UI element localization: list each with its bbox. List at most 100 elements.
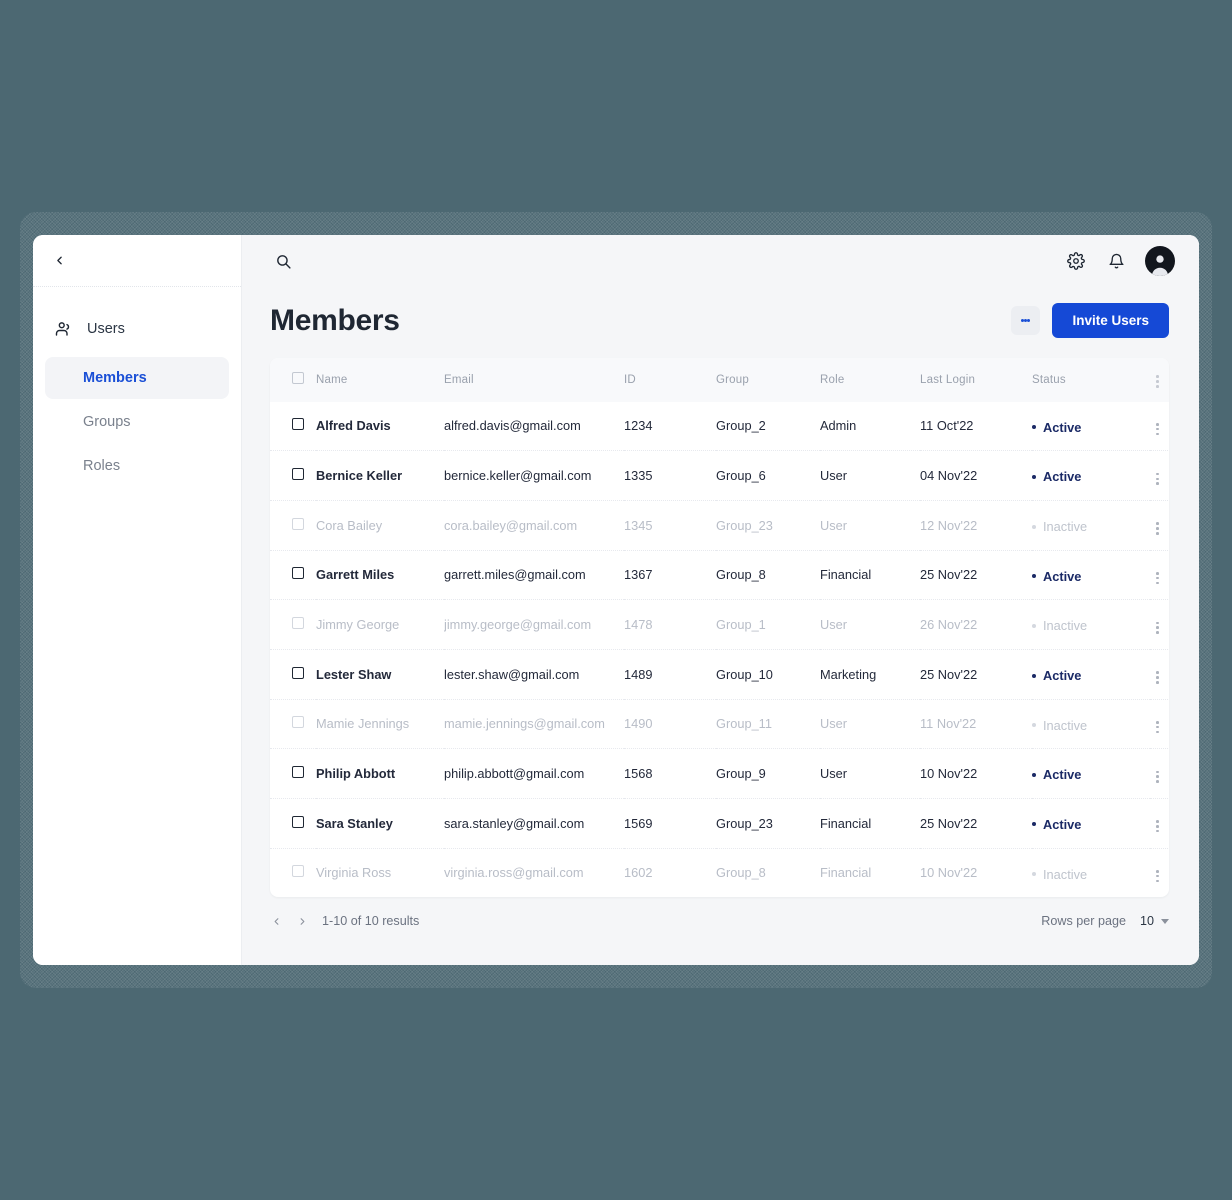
kebab-dot xyxy=(1156,879,1159,883)
cell-status: Active xyxy=(1032,550,1150,601)
status-badge: Inactive xyxy=(1032,867,1087,882)
row-select-cell xyxy=(270,599,316,650)
topbar xyxy=(242,235,1199,287)
cell-status: Inactive xyxy=(1032,500,1150,551)
row-actions-cell xyxy=(1150,848,1169,897)
column-header-group[interactable]: Group xyxy=(716,358,820,402)
column-header-name[interactable]: Name xyxy=(316,358,444,402)
cell-status: Active xyxy=(1032,649,1150,700)
table-row[interactable]: Mamie Jennings mamie.jennings@gmail.com 14… xyxy=(270,699,1169,750)
table-row[interactable]: Garrett Miles garrett.miles@gmail.com 1367… xyxy=(270,550,1169,601)
status-label: Inactive xyxy=(1043,866,1088,882)
kebab-dot xyxy=(1156,427,1159,431)
kebab-dot xyxy=(1156,384,1159,388)
cell-email: cora.bailey@gmail.com xyxy=(444,500,624,551)
rows-per-page-select[interactable]: 10 xyxy=(1140,914,1169,928)
row-checkbox[interactable] xyxy=(292,865,304,878)
status-label: Active xyxy=(1043,568,1082,584)
row-checkbox[interactable] xyxy=(292,517,304,530)
bell-icon xyxy=(1108,253,1124,268)
page-header: Members Invite Users xyxy=(242,287,1199,338)
cell-id: 1602 xyxy=(624,865,653,881)
row-options-button[interactable] xyxy=(1150,817,1165,835)
row-actions-cell xyxy=(1150,649,1169,700)
row-checkbox[interactable] xyxy=(292,666,304,679)
column-header-id[interactable]: ID xyxy=(624,358,716,402)
row-options-button[interactable] xyxy=(1150,569,1165,587)
status-dot-icon xyxy=(1032,822,1036,827)
row-checkbox[interactable] xyxy=(292,617,304,630)
cell-email: sara.stanley@gmail.com xyxy=(444,798,624,849)
kebab-dot xyxy=(1156,770,1159,774)
next-page-button[interactable] xyxy=(292,911,312,931)
cell-last-login: 04 Nov'22 xyxy=(920,450,1032,501)
cell-id: 1568 xyxy=(624,748,716,799)
sidebar: Users Members Groups Roles xyxy=(33,235,242,965)
status-dot-icon xyxy=(1032,723,1036,728)
table-head: Name Email ID Group Role Last Login Stat… xyxy=(270,358,1169,402)
sidebar-item-roles[interactable]: Roles xyxy=(45,445,229,487)
row-checkbox[interactable] xyxy=(292,716,304,729)
row-checkbox[interactable] xyxy=(292,418,304,431)
row-options-button[interactable] xyxy=(1150,420,1165,438)
sidebar-collapse-button[interactable] xyxy=(46,248,72,274)
cell-group: Group_10 xyxy=(716,649,820,700)
cell-group: Group_11 xyxy=(716,699,820,750)
sidebar-item-members[interactable]: Members xyxy=(45,357,229,399)
table-row[interactable]: Bernice Keller bernice.keller@gmail.com 13… xyxy=(270,450,1169,501)
row-checkbox[interactable] xyxy=(292,468,304,481)
row-options-button[interactable] xyxy=(1150,668,1165,686)
table-row[interactable]: Jimmy George jimmy.george@gmail.com 1478 Gr… xyxy=(270,599,1169,650)
sidebar-item-groups[interactable]: Groups xyxy=(45,401,229,443)
cell-role: Marketing xyxy=(820,649,920,700)
members-table-card: Name Email ID Group Role Last Login Stat… xyxy=(270,358,1169,898)
more-options-button[interactable] xyxy=(1011,306,1041,335)
column-header-last-login[interactable]: Last Login xyxy=(920,358,1032,402)
previous-page-button[interactable] xyxy=(266,911,286,931)
invite-users-button[interactable]: Invite Users xyxy=(1052,303,1169,338)
cell-email: mamie.jennings@gmail.com xyxy=(444,699,624,750)
column-header-status[interactable]: Status xyxy=(1032,358,1150,402)
search-button[interactable] xyxy=(268,246,298,276)
select-all-checkbox[interactable] xyxy=(292,372,304,385)
row-select-cell xyxy=(270,500,316,551)
table-row[interactable]: Lester Shaw lester.shaw@gmail.com 1489 Grou… xyxy=(270,649,1169,700)
row-options-button[interactable] xyxy=(1150,470,1165,488)
settings-button[interactable] xyxy=(1061,246,1091,276)
column-header-email[interactable]: Email xyxy=(444,358,624,402)
table-options-button[interactable] xyxy=(1150,372,1165,390)
rows-per-page-value: 10 xyxy=(1139,914,1154,929)
topbar-actions xyxy=(1061,246,1175,276)
cell-role: User xyxy=(820,500,920,551)
row-options-button[interactable] xyxy=(1150,768,1165,786)
table-row[interactable]: Alfred Davis alfred.davis@gmail.com 1234 Gr… xyxy=(270,401,1169,452)
status-dot-icon xyxy=(1032,772,1036,777)
column-header-role[interactable]: Role xyxy=(820,358,920,402)
row-checkbox[interactable] xyxy=(292,567,304,580)
cell-status: Inactive xyxy=(1032,599,1150,650)
cell-id: 1489 xyxy=(624,649,716,700)
kebab-dot xyxy=(1156,775,1159,779)
status-badge: Inactive xyxy=(1032,519,1087,534)
row-options-button[interactable] xyxy=(1150,619,1165,637)
avatar[interactable] xyxy=(1145,246,1175,276)
cell-name: Sara Stanley xyxy=(316,798,444,849)
column-header-actions xyxy=(1150,358,1169,402)
row-options-button[interactable] xyxy=(1150,519,1165,537)
row-checkbox[interactable] xyxy=(292,766,304,779)
kebab-dot xyxy=(1156,527,1159,530)
row-checkbox[interactable] xyxy=(292,815,304,828)
status-dot-icon xyxy=(1032,425,1036,430)
table-row[interactable]: Philip Abbott philip.abbott@gmail.com 1568… xyxy=(270,748,1169,799)
row-options-button[interactable] xyxy=(1150,718,1165,736)
table-row[interactable]: Sara Stanley sara.stanley@gmail.com 1569 Gr… xyxy=(270,798,1169,849)
notifications-button[interactable] xyxy=(1101,246,1131,276)
row-actions-cell xyxy=(1150,699,1169,750)
row-options-button[interactable] xyxy=(1150,867,1165,885)
kebab-dot xyxy=(1156,874,1159,878)
table-row[interactable]: Cora Bailey cora.bailey@gmail.com 1345 Grou… xyxy=(270,500,1169,551)
cell-status: Inactive xyxy=(1032,848,1150,897)
sidebar-item-users[interactable]: Users xyxy=(33,313,241,345)
table-row[interactable]: Virginia Ross virginia.ross@gmail.com 1602… xyxy=(270,848,1169,897)
sidebar-item-roles-label: Roles xyxy=(83,458,121,474)
